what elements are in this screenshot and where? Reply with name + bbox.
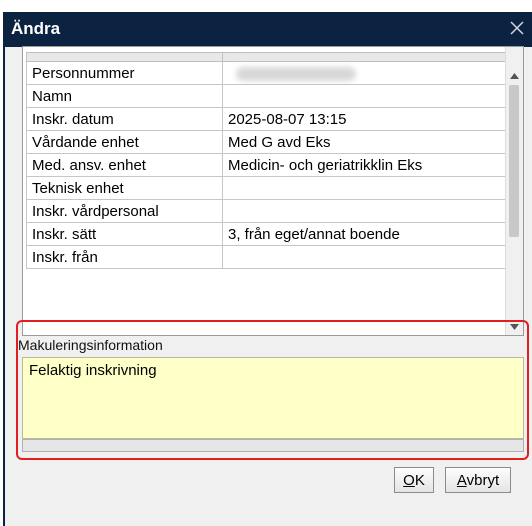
row-value [222, 245, 506, 269]
makulering-label: Makuleringsinformation [18, 337, 163, 353]
row-value: Med G avd Eks [222, 130, 506, 154]
row-value: Medicin- och geriatrikklin Eks [222, 153, 506, 177]
makulering-text: Felaktig inskrivning [29, 362, 157, 379]
row-label: Vårdande enhet [26, 130, 223, 154]
row-value: 3, från eget/annat boende [222, 222, 506, 246]
row-value: 2025-08-07 13:15 [222, 107, 506, 131]
row-label: Inskr. vårdpersonal [26, 199, 223, 223]
table-row[interactable]: Inskr. från [26, 245, 506, 269]
scroll-thumb[interactable] [509, 85, 519, 237]
row-value [222, 61, 506, 85]
table-row[interactable]: Inskr. vårdpersonal [26, 199, 506, 223]
table-row[interactable]: Inskr. sätt 3, från eget/annat boende [26, 222, 506, 246]
dialog-title: Ändra [11, 19, 61, 38]
info-grid: Personnummer Namn Inskr. datum 2025-08-0… [26, 52, 506, 269]
grid-header-row [26, 52, 506, 62]
table-row[interactable]: Namn [26, 84, 506, 108]
row-value [222, 176, 506, 200]
row-label: Personnummer [26, 61, 223, 85]
row-label: Inskr. från [26, 245, 223, 269]
title-bar[interactable]: Ändra [5, 12, 532, 47]
row-label: Namn [26, 84, 223, 108]
ok-button[interactable]: OK [394, 467, 434, 493]
scroll-up-icon[interactable] [506, 67, 523, 84]
grid-header-cell [26, 52, 223, 62]
cancel-mnemonic: A [456, 471, 467, 489]
row-value [222, 199, 506, 223]
row-label: Inskr. datum [26, 107, 223, 131]
ok-label-rest: K [414, 471, 425, 489]
ok-mnemonic: O [403, 471, 415, 489]
cancel-label-rest: vbryt [466, 471, 500, 489]
info-grid-panel: Personnummer Namn Inskr. datum 2025-08-0… [22, 46, 524, 336]
redacted-value [236, 66, 356, 81]
close-icon[interactable] [504, 15, 530, 41]
makulering-horizontal-scrollbar[interactable] [22, 439, 524, 452]
grid-header-cell [222, 52, 506, 62]
table-row[interactable]: Personnummer [26, 61, 506, 85]
makulering-textarea[interactable]: Felaktig inskrivning [22, 357, 524, 439]
row-label: Teknisk enhet [26, 176, 223, 200]
row-label: Med. ansv. enhet [26, 153, 223, 177]
table-row[interactable]: Inskr. datum 2025-08-07 13:15 [26, 107, 506, 131]
table-row[interactable]: Vårdande enhet Med G avd Eks [26, 130, 506, 154]
table-row[interactable]: Teknisk enhet [26, 176, 506, 200]
cancel-button[interactable]: Avbryt [445, 467, 511, 493]
table-row[interactable]: Med. ansv. enhet Medicin- och geriatrikk… [26, 153, 506, 177]
grid-vertical-scrollbar[interactable] [505, 47, 523, 335]
row-label: Inskr. sätt [26, 222, 223, 246]
row-value [222, 84, 506, 108]
